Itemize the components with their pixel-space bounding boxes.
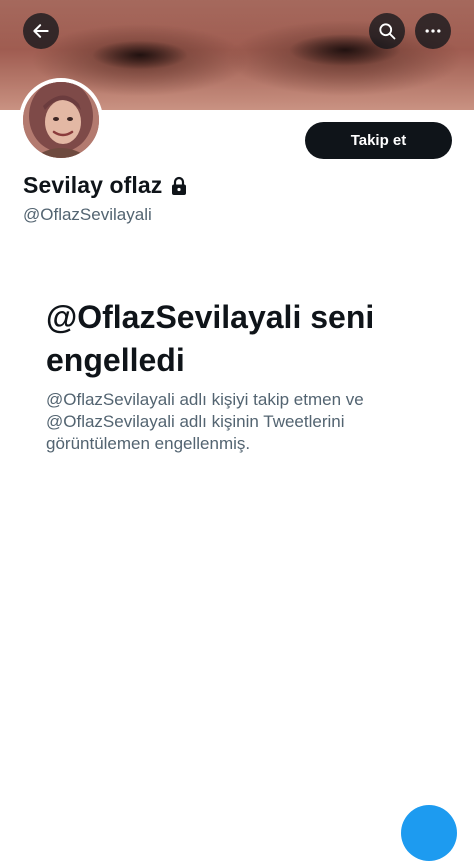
blocked-title: @OflazSevilayali seni engelledi	[46, 299, 375, 378]
avatar[interactable]	[19, 78, 103, 162]
back-button[interactable]	[23, 13, 59, 49]
search-button[interactable]	[369, 13, 405, 49]
compose-tweet-button[interactable]	[401, 805, 457, 861]
display-name: Sevilay oflaz	[23, 172, 163, 198]
avatar-photo	[23, 82, 99, 158]
name-row: Sevilay oflaz	[23, 172, 188, 199]
follow-button[interactable]: Takip et	[305, 122, 452, 159]
profile-handle: @OflazSevilayali	[23, 205, 152, 224]
more-button[interactable]	[415, 13, 451, 49]
blocked-description: @OflazSevilayali adlı kişiyi takip etmen…	[46, 390, 364, 453]
arrow-left-icon	[33, 24, 49, 38]
more-horizontal-icon	[425, 29, 441, 33]
search-icon	[379, 23, 396, 40]
lock-icon	[170, 176, 188, 196]
